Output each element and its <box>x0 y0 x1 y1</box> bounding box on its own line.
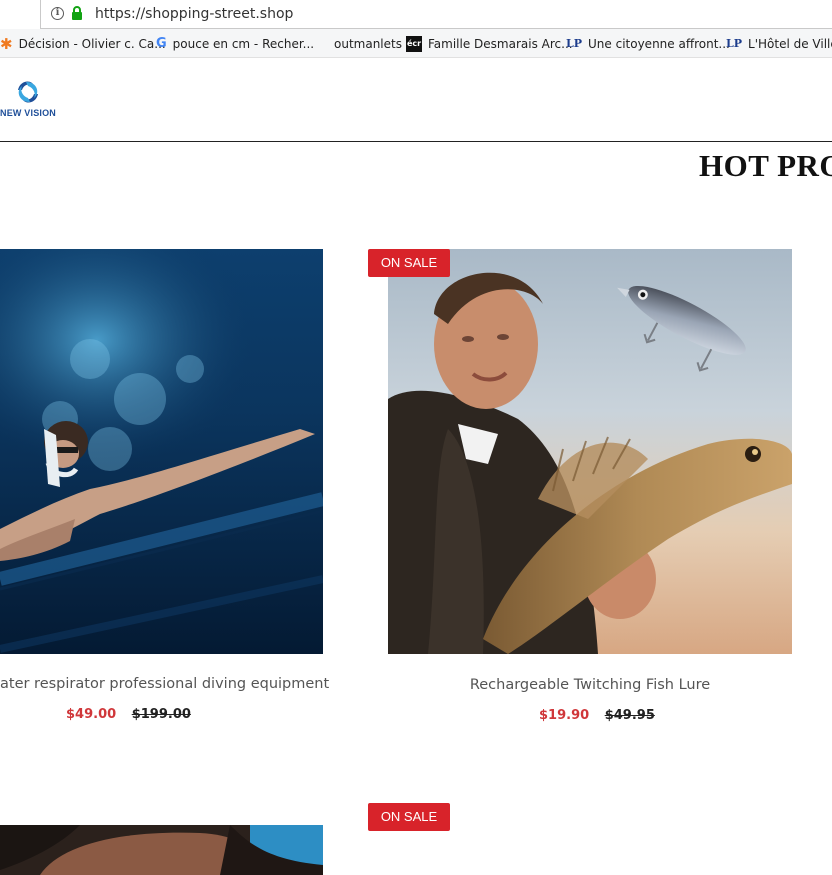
product-image[interactable] <box>388 249 792 654</box>
browser-url-bar: i https://shopping-street.shop <box>0 0 832 29</box>
bookmark-label: Décision - Olivier c. Ca... <box>18 36 166 51</box>
bookmark-item[interactable]: outmanlets <box>334 29 402 57</box>
sale-price: $49.00 <box>66 707 117 722</box>
google-icon: G <box>156 36 167 51</box>
bookmark-item[interactable]: LP Une citoyenne affront... <box>566 29 730 57</box>
price-row: $49.00 $199.00 <box>66 707 191 722</box>
original-price: $199.00 <box>131 707 191 722</box>
fish-lure-image <box>388 249 792 654</box>
product-name[interactable]: Rechargeable Twitching Fish Lure <box>388 677 792 693</box>
product-name[interactable]: ater respirator professional diving equi… <box>0 676 329 692</box>
sale-price: $19.90 <box>539 708 590 723</box>
product-image[interactable] <box>0 249 323 654</box>
original-price: $49.95 <box>604 708 655 723</box>
bookmark-label: L'Hôtel de Ville c... <box>748 36 832 51</box>
logo-text: NEW VISION <box>0 108 57 118</box>
info-icon[interactable]: i <box>51 7 64 20</box>
lp-icon: LP <box>726 37 743 50</box>
bookmark-label: Famille Desmarais Arc... <box>428 36 573 51</box>
site-header: NEW VISION <box>0 58 832 142</box>
asterisk-icon: ✱ <box>0 34 13 53</box>
product-thumbnail <box>0 825 323 875</box>
swimmer-image <box>0 249 323 654</box>
lp-icon: LP <box>566 37 583 50</box>
bookmark-item[interactable]: LP L'Hôtel de Ville c... <box>726 29 832 57</box>
on-sale-badge: ON SALE <box>368 249 450 277</box>
ecr-icon: écr <box>406 35 422 52</box>
bookmark-item[interactable]: G pouce en cm - Recher... <box>156 29 315 57</box>
bookmark-label: outmanlets <box>334 36 402 51</box>
address-field[interactable]: i https://shopping-street.shop <box>40 0 832 29</box>
bookmark-item[interactable]: écr Famille Desmarais Arc... <box>406 29 573 57</box>
price-row: $19.90 $49.95 <box>539 708 655 723</box>
product-image[interactable] <box>0 825 323 875</box>
on-sale-badge: ON SALE <box>368 803 450 831</box>
bookmark-item[interactable]: ✱ Décision - Olivier c. Ca... <box>0 29 166 57</box>
bookmark-label: Une citoyenne affront... <box>588 36 730 51</box>
lock-icon <box>72 6 82 20</box>
bookmarks-bar: ✱ Décision - Olivier c. Ca... G pouce en… <box>0 29 832 58</box>
bookmark-label: pouce en cm - Recher... <box>172 36 315 51</box>
url-text[interactable]: https://shopping-street.shop <box>95 6 293 22</box>
section-title: HOT PRO <box>699 148 832 183</box>
